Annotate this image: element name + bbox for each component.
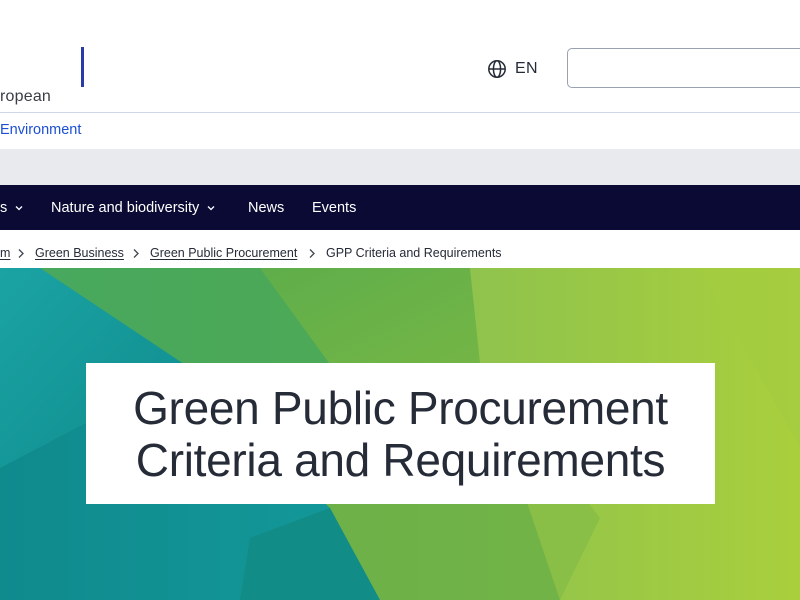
breadcrumb-item[interactable]: Green Business — [35, 246, 124, 260]
page-title: Green Public Procurement Criteria and Re… — [133, 382, 668, 486]
logo-divider-bar — [81, 47, 84, 87]
site-name-bar: Environment — [0, 113, 800, 149]
chevron-down-icon — [15, 205, 23, 210]
nav-item-label: News — [248, 199, 285, 216]
chevron-right-icon — [18, 249, 24, 258]
breadcrumb: m Green Business Green Public Procuremen… — [0, 230, 800, 268]
nav-item-label: s — [0, 199, 8, 216]
nav-item-nature-and-biodiversity[interactable]: Nature and biodiversity — [51, 185, 216, 230]
globe-icon — [488, 60, 506, 78]
page-title-line1: Green Public Procurement — [133, 381, 668, 434]
nav-item-label: Nature and biodiversity — [51, 199, 200, 216]
search-input[interactable] — [567, 48, 800, 88]
nav-item-news[interactable]: News — [248, 185, 284, 230]
breadcrumb-item[interactable]: m — [0, 246, 10, 260]
breadcrumb-item[interactable]: Green Public Procurement — [150, 246, 297, 260]
hero-title-card: Green Public Procurement Criteria and Re… — [86, 363, 715, 504]
hero-banner: Green Public Procurement Criteria and Re… — [0, 268, 800, 600]
language-label: EN — [515, 60, 538, 77]
site-header: ropean mmission EN — [0, 0, 800, 162]
language-selector[interactable]: EN — [487, 57, 538, 81]
header-grey-band — [0, 149, 800, 185]
main-navigation: s Nature and biodiversity News Events — [0, 185, 800, 230]
nav-item-events[interactable]: Events — [312, 185, 356, 230]
logo-text-line1: ropean — [0, 88, 52, 105]
chevron-down-icon — [207, 205, 215, 210]
chevron-right-icon — [133, 249, 139, 258]
page-title-line2: Criteria and Requirements — [135, 433, 666, 486]
nav-item-label: Events — [312, 199, 357, 216]
breadcrumb-current: GPP Criteria and Requirements — [326, 246, 502, 260]
chevron-right-icon — [309, 249, 315, 258]
nav-item-topics[interactable]: s — [0, 185, 24, 230]
site-name-link[interactable]: Environment — [0, 122, 81, 138]
